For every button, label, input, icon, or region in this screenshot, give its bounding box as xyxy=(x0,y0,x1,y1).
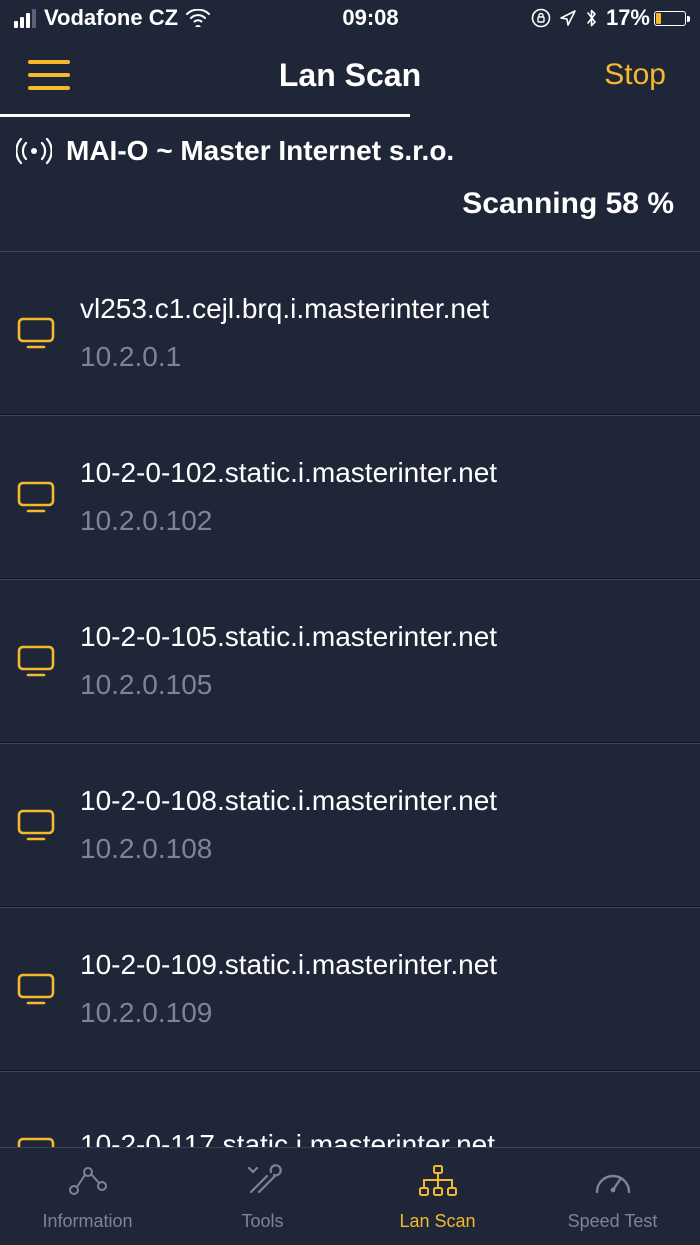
host-row[interactable]: 10-2-0-105.static.i.masterinter.net 10.2.… xyxy=(0,579,700,743)
speed-test-icon xyxy=(591,1162,635,1205)
tab-label: Lan Scan xyxy=(399,1211,475,1232)
nav-bar: Lan Scan Stop xyxy=(0,36,700,114)
tab-label: Information xyxy=(42,1211,132,1232)
host-name: vl253.c1.cejl.brq.i.masterinter.net xyxy=(80,293,489,325)
host-ip: 10.2.0.1 xyxy=(80,341,489,373)
tab-label: Speed Test xyxy=(568,1211,658,1232)
host-name: 10-2-0-105.static.i.masterinter.net xyxy=(80,621,497,653)
tab-speed-test[interactable]: Speed Test xyxy=(525,1148,700,1245)
host-row[interactable]: 10-2-0-109.static.i.masterinter.net 10.2.… xyxy=(0,907,700,1071)
tools-icon xyxy=(243,1162,283,1205)
host-row[interactable]: 10-2-0-108.static.i.masterinter.net 10.2.… xyxy=(0,743,700,907)
status-bar: Vodafone CZ 09:08 17% xyxy=(0,0,700,36)
battery-percent: 17% xyxy=(606,5,650,31)
orientation-lock-icon xyxy=(531,8,551,28)
host-row[interactable]: vl253.c1.cejl.brq.i.masterinter.net 10.2.… xyxy=(0,251,700,415)
host-ip: 10.2.0.108 xyxy=(80,833,497,865)
broadcast-icon xyxy=(16,136,52,166)
host-name: 10-2-0-108.static.i.masterinter.net xyxy=(80,785,497,817)
host-ip: 10.2.0.105 xyxy=(80,669,497,701)
carrier-label: Vodafone CZ xyxy=(44,5,178,31)
clock: 09:08 xyxy=(210,5,531,31)
battery-icon xyxy=(654,11,686,26)
wifi-icon xyxy=(186,9,210,27)
scan-header: MAI-O ~ Master Internet s.r.o. Scanning … xyxy=(0,117,700,251)
monitor-icon xyxy=(16,971,56,1007)
tab-bar: Information Tools Lan Scan Speed Test xyxy=(0,1147,700,1245)
tab-tools[interactable]: Tools xyxy=(175,1148,350,1245)
host-list[interactable]: vl253.c1.cejl.brq.i.masterinter.net 10.2.… xyxy=(0,251,700,1235)
monitor-icon xyxy=(16,315,56,351)
network-name: MAI-O ~ Master Internet s.r.o. xyxy=(66,135,454,167)
host-ip: 10.2.0.109 xyxy=(80,997,497,1029)
lan-scan-icon xyxy=(416,1162,460,1205)
tab-label: Tools xyxy=(241,1211,283,1232)
bluetooth-icon xyxy=(585,8,598,28)
host-name: 10-2-0-102.static.i.masterinter.net xyxy=(80,457,497,489)
monitor-icon xyxy=(16,643,56,679)
cell-signal-icon xyxy=(14,9,36,28)
stop-button[interactable]: Stop xyxy=(598,57,672,93)
tab-information[interactable]: Information xyxy=(0,1148,175,1245)
location-icon xyxy=(559,9,577,27)
monitor-icon xyxy=(16,479,56,515)
tab-lan-scan[interactable]: Lan Scan xyxy=(350,1148,525,1245)
host-row[interactable]: 10-2-0-102.static.i.masterinter.net 10.2.… xyxy=(0,415,700,579)
menu-button[interactable] xyxy=(28,60,70,90)
page-title: Lan Scan xyxy=(0,57,700,94)
host-ip: 10.2.0.102 xyxy=(80,505,497,537)
scan-progress-label: Scanning 58 % xyxy=(16,187,684,221)
monitor-icon xyxy=(16,807,56,843)
information-icon xyxy=(66,1162,110,1205)
host-name: 10-2-0-109.static.i.masterinter.net xyxy=(80,949,497,981)
